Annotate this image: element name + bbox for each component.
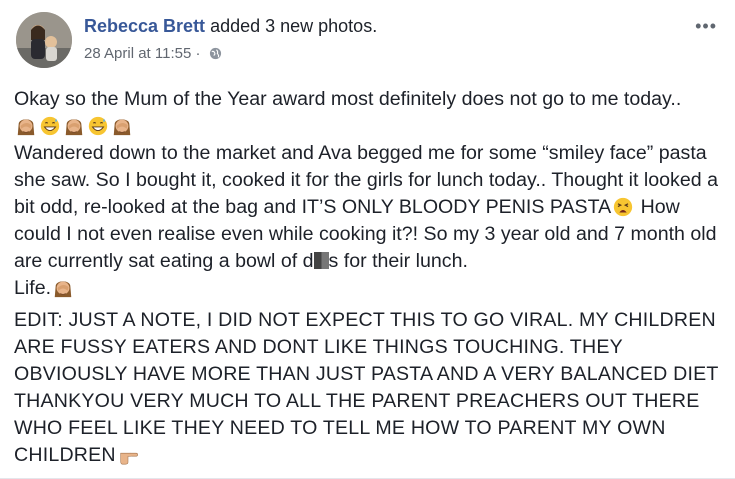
author-link[interactable]: Rebecca Brett — [84, 16, 205, 36]
post-timestamp[interactable]: 28 April at 11:55 — [84, 45, 191, 62]
paragraph-2-text-c: s for their lunch. — [328, 250, 468, 272]
public-globe-icon[interactable] — [209, 47, 222, 60]
post-body: Okay so the Mum of the Year award most d… — [14, 86, 722, 469]
emoji-row — [14, 113, 722, 140]
post-action-text: added 3 new photos. — [205, 16, 378, 36]
grinning-sweat-emoji-icon — [87, 115, 109, 137]
facebook-post: Rebecca Brett added 3 new photos. 28 Apr… — [0, 0, 735, 479]
woman-facepalming-emoji-icon — [15, 115, 37, 137]
post-meta: 28 April at 11:55 · — [84, 45, 222, 62]
life-text: Life. — [14, 277, 52, 299]
post-paragraph-2: Wandered down to the market and Ava begg… — [14, 140, 722, 275]
edit-text: EDIT: JUST A NOTE, I DID NOT EXPECT THIS… — [14, 309, 719, 466]
grinning-sweat-emoji-icon — [39, 115, 61, 137]
woman-facepalming-emoji-icon — [111, 115, 133, 137]
avatar[interactable] — [16, 12, 72, 68]
post-edit-paragraph: EDIT: JUST A NOTE, I DID NOT EXPECT THIS… — [14, 307, 722, 469]
post-line-1: Okay so the Mum of the Year award most d… — [14, 88, 682, 110]
meta-separator: · — [191, 45, 205, 62]
post-header: Rebecca Brett added 3 new photos. 28 Apr… — [16, 12, 719, 72]
more-options-button[interactable]: ••• — [695, 16, 717, 37]
redaction-block — [313, 252, 329, 269]
post-life-line: Life. — [14, 275, 722, 302]
tired-face-emoji-icon — [612, 196, 634, 218]
backhand-pointing-emoji-icon — [117, 444, 139, 466]
post-title: Rebecca Brett added 3 new photos. — [84, 16, 377, 37]
woman-facepalming-emoji-icon — [63, 115, 85, 137]
profile-photo-icon — [16, 12, 72, 68]
woman-facepalming-emoji-icon — [52, 277, 74, 299]
